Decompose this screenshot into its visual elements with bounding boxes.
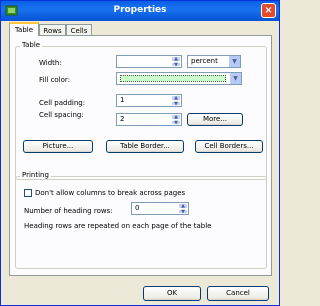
no-break-checkbox[interactable] xyxy=(24,189,32,197)
cell-padding-spinner[interactable]: ▲ ▼ xyxy=(171,95,181,106)
tab-panel: Table Width: ▲ ▼ percent ▼ Fill color: ▼ … xyxy=(9,35,272,276)
cell-spacing-spinner[interactable]: ▲ ▼ xyxy=(171,114,181,125)
close-button[interactable]: × xyxy=(261,3,276,18)
cell-spacing-input[interactable]: 2 ▲ ▼ xyxy=(116,113,182,126)
fill-color-swatch xyxy=(120,75,226,82)
tab-table[interactable]: Table xyxy=(9,22,39,36)
width-unit-value: percent xyxy=(191,57,218,65)
title-bar[interactable]: Properties × xyxy=(1,1,279,21)
window-title: Properties xyxy=(113,5,167,15)
picture-button[interactable]: Picture... xyxy=(23,140,93,153)
width-unit-select[interactable]: percent ▼ xyxy=(187,55,241,68)
cell-spacing-label: Cell spacing: xyxy=(39,111,84,119)
heading-rows-note: Heading rows are repeated on each page o… xyxy=(24,222,212,230)
heading-rows-label: Number of heading rows: xyxy=(24,207,113,215)
fill-color-label: Fill color: xyxy=(39,76,71,84)
more-button[interactable]: More... xyxy=(187,113,243,126)
width-label: Width: xyxy=(39,59,62,67)
chevron-down-icon[interactable]: ▼ xyxy=(228,56,240,67)
cell-spacing-value: 2 xyxy=(120,115,125,123)
ok-button[interactable]: OK xyxy=(143,286,201,301)
cell-padding-label: Cell padding: xyxy=(39,99,86,107)
table-group-legend: Table xyxy=(20,41,43,49)
cancel-button[interactable]: Cancel xyxy=(207,286,269,301)
cell-padding-value: 1 xyxy=(120,96,125,104)
chevron-down-icon[interactable]: ▼ xyxy=(229,73,241,84)
cell-padding-input[interactable]: 1 ▲ ▼ xyxy=(116,94,182,107)
heading-rows-value: 0 xyxy=(135,204,140,212)
printing-group-legend: Printing xyxy=(20,171,51,179)
width-input[interactable]: ▲ ▼ xyxy=(116,55,182,68)
properties-dialog: Properties × Table Rows Cells Table Widt… xyxy=(0,0,280,306)
table-border-button[interactable]: Table Border... xyxy=(106,140,184,153)
no-break-label[interactable]: Don't allow columns to break across page… xyxy=(35,189,185,197)
width-spinner[interactable]: ▲ ▼ xyxy=(171,56,181,67)
fill-color-select[interactable]: ▼ xyxy=(116,72,242,85)
heading-rows-input[interactable]: 0 ▲ ▼ xyxy=(131,202,189,215)
cell-borders-button[interactable]: Cell Borders... xyxy=(195,140,263,153)
heading-rows-spinner[interactable]: ▲ ▼ xyxy=(178,203,188,214)
